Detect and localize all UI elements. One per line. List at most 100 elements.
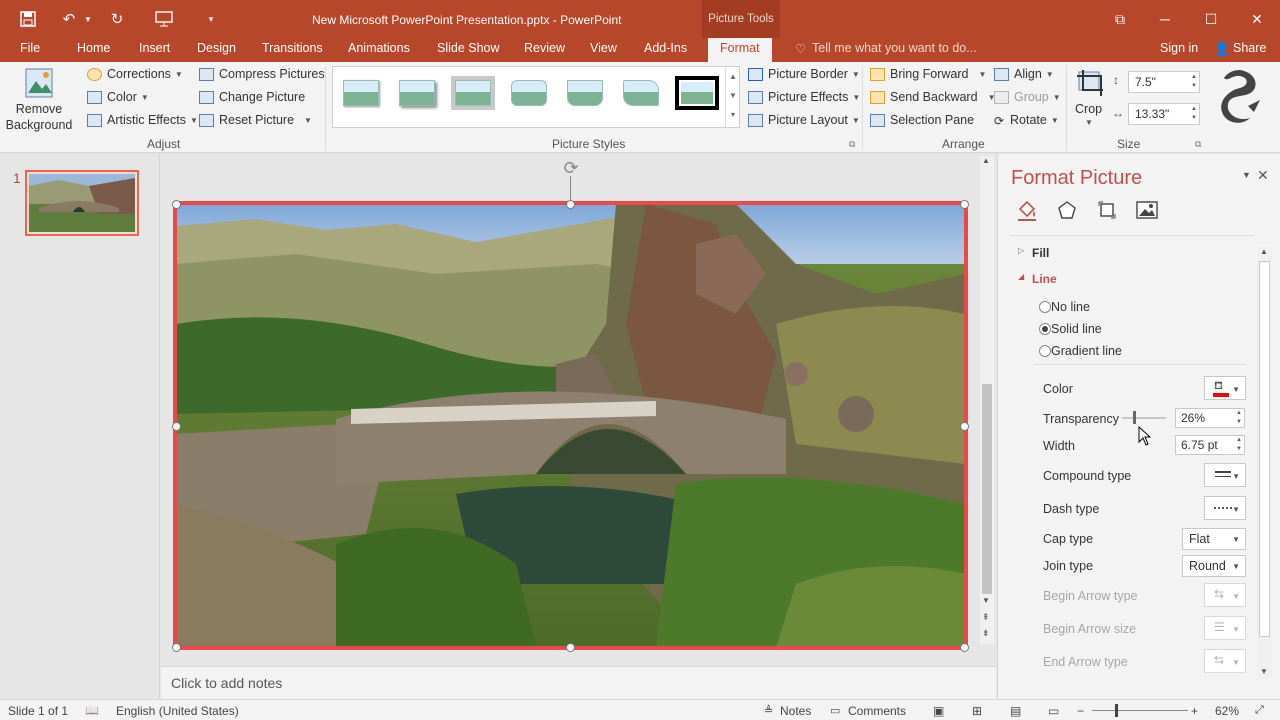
tab-file[interactable]: File (20, 41, 40, 55)
join-type-select[interactable]: Round ▼ (1182, 555, 1246, 577)
resize-handle-bottom-left[interactable] (172, 643, 181, 652)
gradient-line-radio[interactable] (1039, 345, 1051, 357)
compress-pictures-button[interactable]: Compress Pictures (199, 67, 325, 81)
zoom-in-icon[interactable]: + (1191, 704, 1198, 718)
line-collapse-icon[interactable]: ◢ (1018, 272, 1024, 281)
scroll-thumb[interactable] (982, 384, 992, 594)
tab-transitions[interactable]: Transitions (262, 41, 323, 55)
minimize-icon[interactable]: ─ (1152, 8, 1178, 30)
crop-icon[interactable] (1075, 68, 1105, 98)
tab-slide-show[interactable]: Slide Show (437, 41, 500, 55)
previous-slide-icon[interactable]: ⇞ (982, 612, 990, 623)
solid-line-label[interactable]: Solid line (1051, 322, 1102, 336)
ribbon-display-options-icon[interactable]: ⧉ (1107, 8, 1133, 30)
rotate-button[interactable]: ⟳ Rotate ▼ (994, 113, 1059, 128)
scroll-down-icon[interactable]: ▼ (982, 596, 990, 605)
crop-button[interactable]: Crop (1075, 102, 1102, 116)
tab-insert[interactable]: Insert (139, 41, 170, 55)
no-line-radio[interactable] (1039, 301, 1051, 313)
pane-scroll-thumb[interactable] (1259, 261, 1270, 637)
transparency-input[interactable]: 26% ▲ ▼ (1175, 408, 1245, 428)
style-thumb-3[interactable] (451, 76, 495, 110)
undo-icon[interactable]: ↶ (58, 8, 80, 30)
tab-view[interactable]: View (590, 41, 617, 55)
selection-pane-button[interactable]: Selection Pane (870, 113, 974, 127)
reading-view-icon[interactable]: ▤ (1010, 704, 1021, 718)
tab-format[interactable]: Format (708, 38, 772, 62)
fill-line-icon[interactable] (1014, 197, 1040, 223)
compound-type-dropdown[interactable]: ▼ (1204, 463, 1246, 487)
height-input[interactable]: 7.5" ▲ ▼ (1128, 71, 1200, 93)
remove-background-button[interactable]: Remove Background (0, 101, 78, 133)
crop-dropdown-icon[interactable]: ▼ (1085, 118, 1093, 127)
notes-button[interactable]: Notes (780, 704, 811, 718)
slide-thumbnail-1[interactable] (25, 170, 139, 236)
style-thumb-4[interactable] (507, 76, 551, 110)
remove-background-icon[interactable] (24, 67, 54, 99)
transparency-slider-thumb[interactable] (1133, 411, 1137, 424)
resize-handle-bottom-right[interactable] (960, 643, 969, 652)
comments-button[interactable]: Comments (848, 704, 906, 718)
resize-handle-bottom[interactable] (566, 643, 575, 652)
begin-arrow-size-dropdown[interactable]: ☰ ▼ (1204, 616, 1246, 640)
customize-qat-icon[interactable]: ▾ (200, 8, 222, 30)
send-backward-button[interactable]: Send Backward ▼ (870, 90, 995, 104)
maximize-icon[interactable]: ☐ (1198, 8, 1224, 30)
width-input[interactable]: 13.33" ▲ ▼ (1128, 103, 1200, 125)
format-pane-scrollbar[interactable]: ▲ ▼ (1257, 247, 1272, 679)
picture-effects-button[interactable]: Picture Effects ▼ (748, 90, 860, 104)
artistic-effects-button[interactable]: Artistic Effects ▼ (87, 113, 198, 127)
slide-sorter-icon[interactable]: ⊞ (972, 704, 982, 718)
style-thumb-7[interactable] (675, 76, 719, 110)
gallery-scroll[interactable]: ▲ ▼ ▾ (725, 67, 740, 127)
size-launcher-icon[interactable]: ⧉ (1195, 139, 1201, 150)
pane-scroll-down-icon[interactable]: ▼ (1260, 667, 1268, 676)
bring-forward-button[interactable]: Bring Forward ▼ (870, 67, 986, 81)
picture-layout-button[interactable]: Picture Layout ▼ (748, 113, 860, 127)
corrections-button[interactable]: Corrections ▼ (87, 67, 183, 81)
zoom-slider-track[interactable] (1092, 710, 1188, 711)
notes-pane[interactable]: Click to add notes (161, 666, 996, 699)
pane-scroll-up-icon[interactable]: ▲ (1260, 247, 1268, 256)
fill-section-header[interactable]: Fill (1032, 246, 1049, 260)
format-shape-launcher-icon[interactable]: ⧉ (849, 139, 855, 150)
tab-design[interactable]: Design (197, 41, 236, 55)
resize-handle-right[interactable] (960, 422, 969, 431)
resize-handle-top-left[interactable] (172, 200, 181, 209)
language-indicator[interactable]: English (United States) (116, 704, 239, 718)
gradient-line-label[interactable]: Gradient line (1051, 344, 1122, 358)
group-button[interactable]: Group ▼ (994, 90, 1061, 104)
tell-me-input[interactable]: Tell me what you want to do... (812, 41, 977, 55)
start-slideshow-icon[interactable] (153, 8, 175, 30)
dragon-addin-icon[interactable] (1214, 66, 1266, 130)
tab-animations[interactable]: Animations (348, 41, 410, 55)
pane-options-icon[interactable]: ▼ (1242, 170, 1251, 180)
redo-icon[interactable]: ↻ (106, 8, 128, 30)
zoom-level[interactable]: 62% (1215, 704, 1239, 718)
normal-view-icon[interactable]: ▣ (933, 704, 944, 718)
editor-vertical-scrollbar[interactable]: ▲ ▼ ⇞ ⇟ (980, 156, 994, 644)
share-button[interactable]: Share (1233, 41, 1266, 55)
cap-type-select[interactable]: Flat ▼ (1182, 528, 1246, 550)
next-slide-icon[interactable]: ⇟ (982, 628, 990, 639)
line-section-header[interactable]: Line (1032, 272, 1057, 286)
resize-handle-top-right[interactable] (960, 200, 969, 209)
transparency-slider-track[interactable] (1122, 417, 1166, 419)
save-icon[interactable] (17, 8, 39, 30)
fit-to-window-icon[interactable]: ⤢ (1255, 704, 1264, 717)
effects-icon[interactable] (1054, 197, 1080, 223)
color-button[interactable]: Color ▼ (87, 90, 149, 104)
spelling-check-icon[interactable]: 📖 (85, 704, 99, 717)
close-window-icon[interactable]: ✕ (1244, 8, 1270, 30)
tab-home[interactable]: Home (77, 41, 110, 55)
style-thumb-1[interactable] (339, 76, 383, 110)
tab-review[interactable]: Review (524, 41, 565, 55)
solid-line-radio[interactable] (1039, 323, 1051, 335)
zoom-out-icon[interactable]: − (1077, 704, 1084, 718)
align-button[interactable]: Align ▼ (994, 67, 1054, 81)
resize-handle-top[interactable] (566, 200, 575, 209)
no-line-label[interactable]: No line (1051, 300, 1090, 314)
line-color-picker[interactable]: ⛾ ▼ (1204, 376, 1246, 400)
style-thumb-6[interactable] (619, 76, 663, 110)
line-width-input[interactable]: 6.75 pt ▲ ▼ (1175, 435, 1245, 455)
